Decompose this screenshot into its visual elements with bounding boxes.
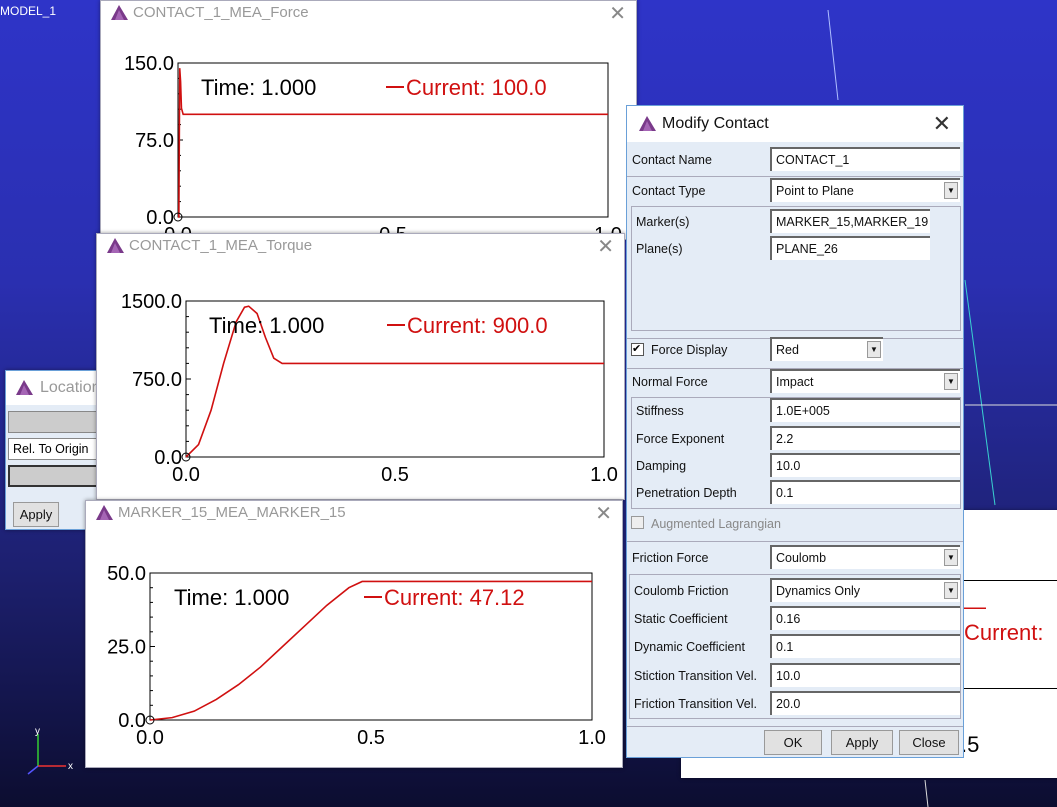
augmented-lagrangian-checkbox[interactable]: [631, 516, 644, 529]
dialog-title-bar[interactable]: Modify Contact ✕: [627, 106, 963, 142]
y-tick-label: 150.0: [124, 53, 174, 75]
chevron-down-icon[interactable]: ▼: [944, 549, 958, 566]
x-tick-label: 0.5: [381, 464, 409, 486]
close-button[interactable]: Close: [899, 730, 959, 755]
y-tick-label: 750.0: [132, 369, 182, 391]
current-readout: Current: 47.12: [384, 585, 525, 610]
force-chart: 0.075.0150.00.0 0.5 1.0Time: 1.000 Current:…: [124, 53, 622, 239]
normal-force-select[interactable]: Impact ▼: [770, 369, 960, 393]
location-title: Location: [40, 379, 101, 396]
app-logo-icon: [639, 116, 656, 131]
chevron-down-icon[interactable]: ▼: [867, 341, 881, 358]
time-readout: Time: 1.000: [209, 313, 324, 338]
model-label: MODEL_1: [0, 4, 57, 18]
dialog-title: Modify Contact: [662, 115, 769, 132]
marker-plot-window: MARKER_15_MEA_MARKER_15 ✕ 0.0 25.0 50.0 0.0 0.…: [85, 500, 623, 768]
marker-group: [631, 206, 961, 331]
apply-button[interactable]: Apply: [831, 730, 893, 755]
y-tick-label: 75.0: [135, 130, 174, 152]
location-field-1[interactable]: [8, 411, 103, 433]
close-icon[interactable]: ✕: [933, 106, 951, 142]
force-display-label: Force Display: [651, 343, 728, 357]
modify-contact-dialog: Modify Contact ✕ Contact Name CONTACT_1 Co…: [626, 105, 964, 758]
impact-group: [631, 397, 961, 509]
x-tick-label: 1.0: [578, 727, 606, 749]
friction-force-select[interactable]: Coulomb ▼: [770, 545, 960, 569]
time-readout: Time: 1.000: [174, 585, 289, 610]
normal-force-label: Normal Force: [632, 375, 708, 389]
axis-triad: y x: [27, 726, 73, 775]
location-field-2[interactable]: [8, 465, 103, 487]
torque-plot-window: CONTACT_1_MEA_Torque ✕ 0.0 750.0 1500.0 0.0 0.…: [96, 233, 625, 500]
time-readout: Time: 1.000: [201, 75, 316, 100]
coulomb-group: [629, 574, 961, 719]
location-apply-button[interactable]: Apply: [13, 502, 59, 527]
app-logo-icon: [16, 380, 33, 395]
chevron-down-icon[interactable]: ▼: [944, 373, 958, 390]
x-tick-label: 0.5: [357, 727, 385, 749]
friction-force-label: Friction Force: [632, 551, 709, 565]
axis-y-label: y: [35, 726, 40, 737]
contact-name-label: Contact Name: [632, 153, 712, 167]
y-tick-label: 50.0: [107, 563, 146, 585]
contact-name-input[interactable]: CONTACT_1: [770, 147, 960, 171]
chevron-down-icon[interactable]: ▼: [944, 182, 958, 199]
x-tick-label: 0.0: [172, 464, 200, 486]
axis-x-label: x: [68, 761, 73, 772]
force-display-checkbox[interactable]: ✔: [631, 343, 644, 356]
y-tick-label: 25.0: [107, 637, 146, 659]
force-display-select[interactable]: Red ▼: [770, 337, 883, 361]
background-current-label: —Current:: [964, 594, 1044, 645]
location-rel-select[interactable]: Rel. To Origin: [8, 438, 103, 460]
y-tick-label: 1500.0: [121, 291, 182, 313]
marker-chart: 0.025.050.00.0 0.5 1.0Time: 1.000 Current: …: [107, 563, 606, 749]
x-tick-label: 1.0: [590, 464, 618, 486]
torque-chart: 0.0750.01500.00.0 0.5 1.0Time: 1.000 Curren…: [121, 291, 618, 486]
ok-button[interactable]: OK: [764, 730, 822, 755]
contact-type-label: Contact Type: [632, 184, 706, 198]
current-readout: Current: 900.0: [407, 313, 548, 338]
contact-type-select[interactable]: Point to Plane ▼: [770, 178, 960, 202]
x-tick-label: 0.0: [136, 727, 164, 749]
force-plot-window: CONTACT_1_MEA_Force ✕ 0.0 75.0 150.0 0.0 0.5 1.…: [100, 0, 637, 240]
augmented-lagrangian-label: Augmented Lagrangian: [651, 517, 781, 531]
current-readout: Current: 100.0: [406, 75, 547, 100]
